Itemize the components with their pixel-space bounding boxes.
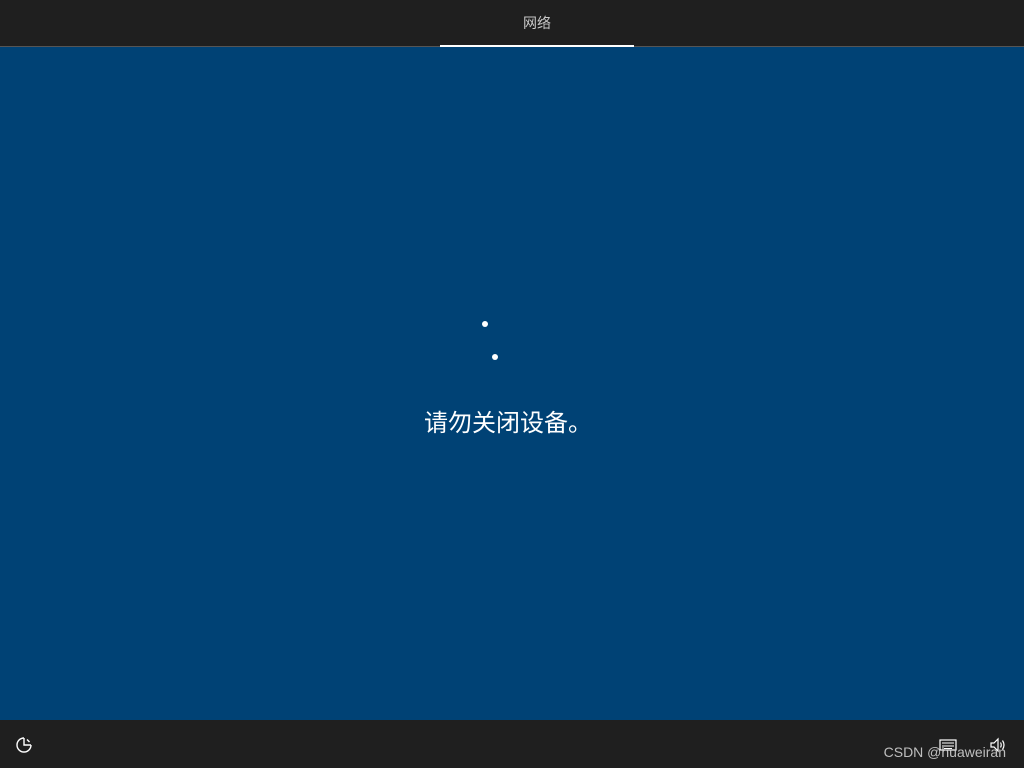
top-bar: 网络: [0, 0, 1024, 47]
spinner-dot: [492, 354, 498, 360]
status-message: 请勿关闭设备。: [424, 409, 592, 437]
spinner-dot: [482, 321, 488, 327]
bottom-bar: [0, 720, 1024, 768]
accessibility-icon[interactable]: [12, 734, 36, 756]
tab-network[interactable]: 网络: [440, 0, 634, 46]
watermark-text: CSDN @huaweiran: [883, 744, 1006, 760]
main-panel: [0, 47, 1024, 720]
tab-network-label: 网络: [523, 16, 551, 32]
